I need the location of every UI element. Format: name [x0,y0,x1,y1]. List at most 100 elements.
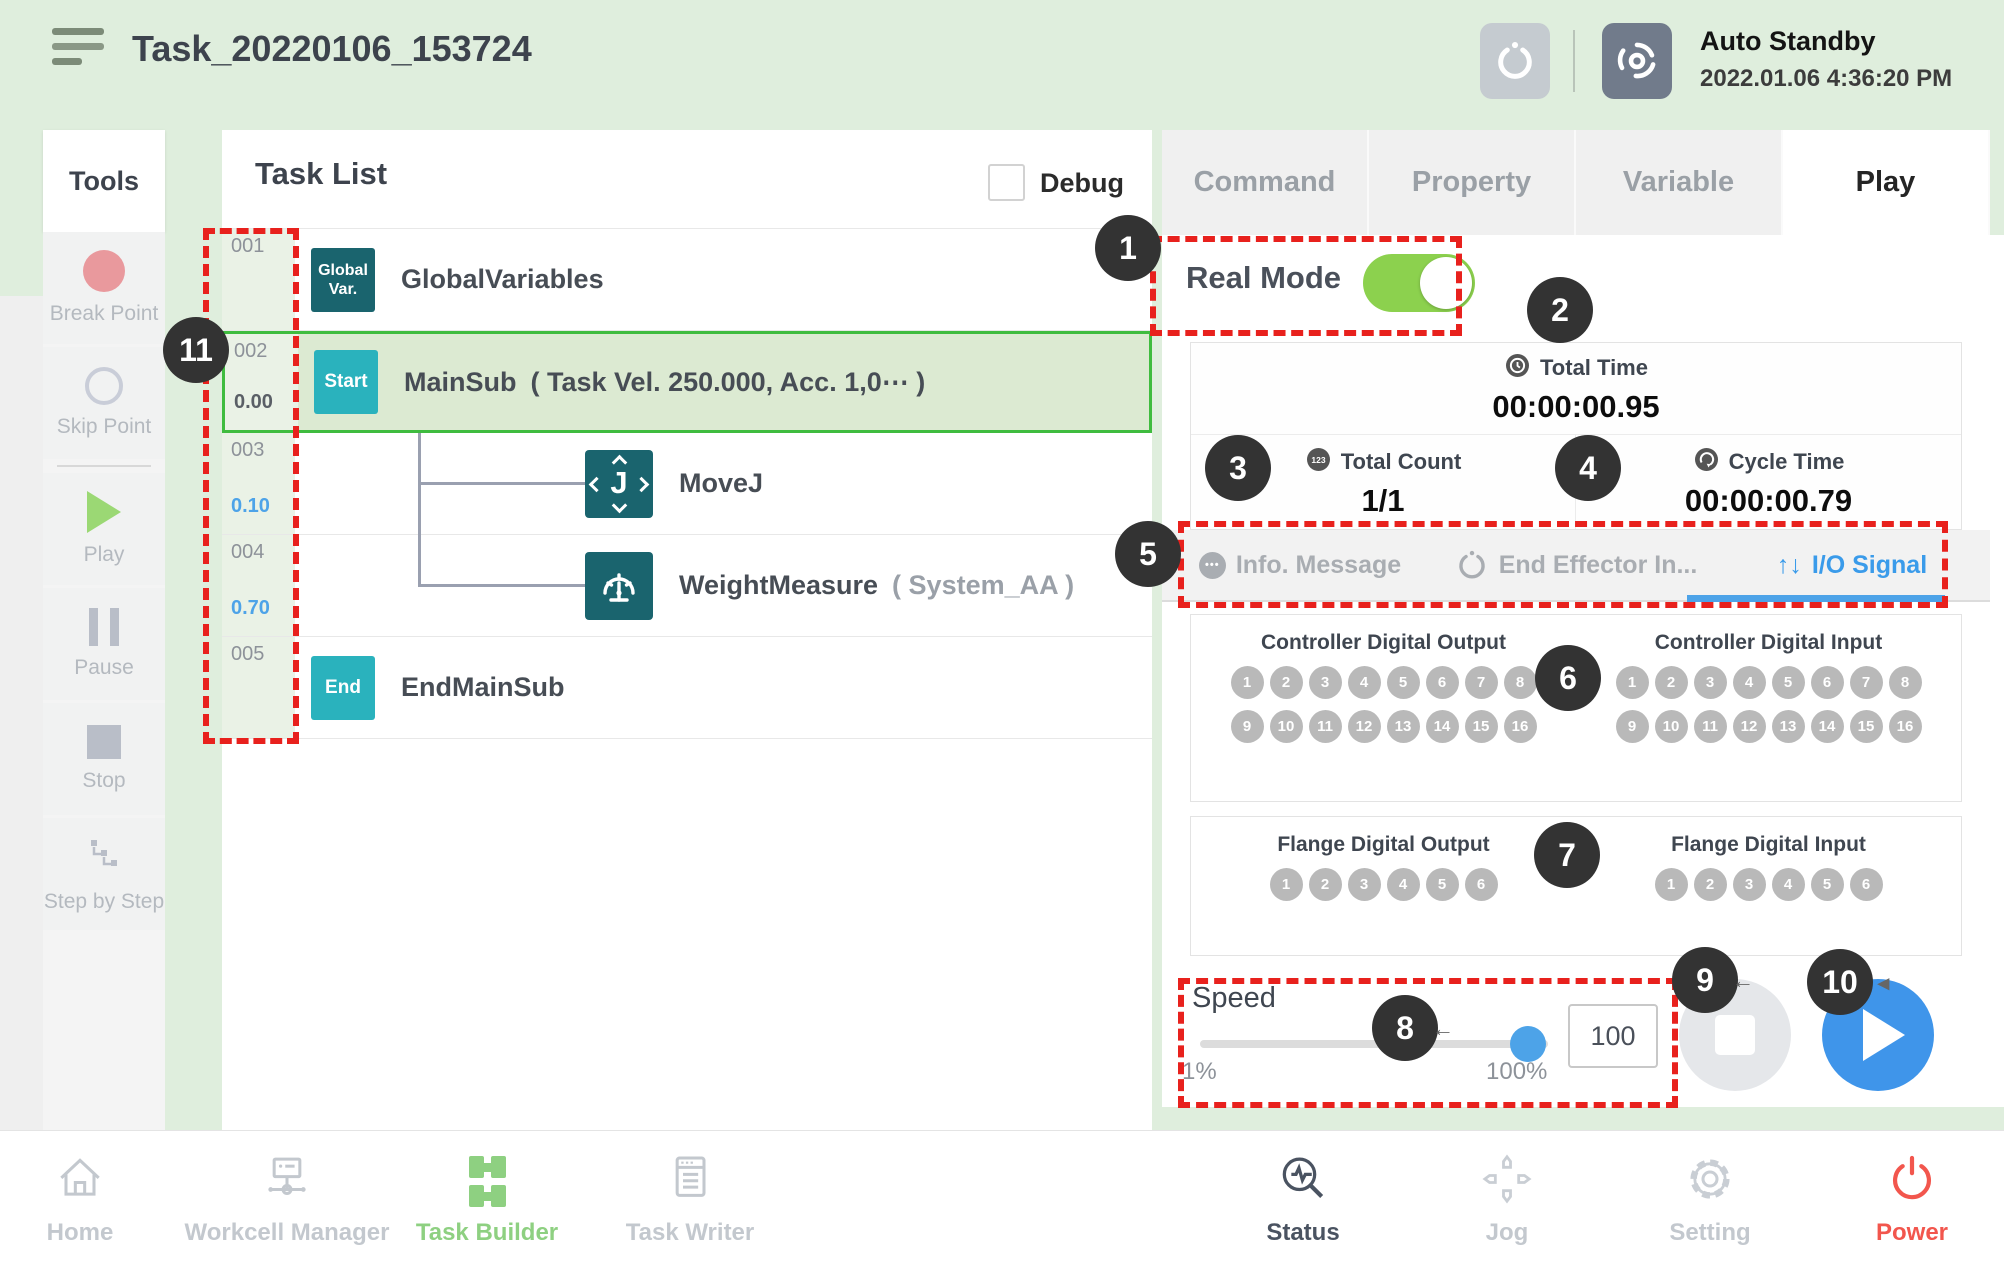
nav-item-label: Jog [1486,1219,1529,1247]
real-mode-toggle[interactable] [1363,254,1475,312]
total-count-cell: 123Total Count 1/1 [1191,435,1576,529]
gripper-icon [1455,548,1489,582]
tool-button-step-by-step[interactable]: Step by Step [43,818,165,930]
task-row[interactable]: 003 0.10 JMoveJ [222,433,1152,535]
tree-line [418,584,585,587]
command-icon-wrap [585,552,653,620]
io-tab-info-message[interactable]: •••Info. Message [1162,530,1438,600]
nav-item-setting[interactable]: Setting [1600,1145,1820,1247]
io-indicator: 15 [1465,710,1498,743]
io-indicator: 2 [1270,666,1303,699]
io-group-title: Flange Digital Input [1671,833,1866,857]
nav-item-icon [1682,1145,1738,1207]
tool-button-stop[interactable]: Stop [43,703,165,815]
tool-button-break-point[interactable]: Break Point [43,232,165,344]
workcell-manager-icon [259,1151,315,1207]
nav-item-task-writer[interactable]: Task Writer [580,1145,800,1247]
stop-button[interactable] [1679,979,1791,1091]
nav-item-power[interactable]: Power [1802,1145,2004,1247]
io-indicator: 8 [1504,666,1537,699]
line-time: 0.10 [231,495,270,518]
right-panel-tabs: CommandPropertyVariablePlay [1162,130,1990,235]
command-icon-wrap: J [585,450,653,518]
debug-checkbox[interactable] [988,164,1025,201]
count-icon: 123 [1305,446,1332,473]
task-row-content: WeightMeasure( System_AA ) [295,535,1152,636]
tool-button-label: Skip Point [57,415,152,439]
speed-min-label: 1% [1182,1058,1217,1086]
power-icon [1884,1151,1940,1207]
tools-panel: Break Point Skip Point PlayPause Stop Step b… [43,232,165,1130]
header-divider [1573,30,1575,92]
tool-button-play[interactable]: Play [43,473,165,585]
tool-button-label: Stop [82,769,125,793]
task-row-sublabel: ( System_AA ) [892,570,1074,601]
task-row-label: MainSub [404,367,517,398]
io-group-title: Controller Digital Input [1655,631,1882,655]
left-gutter [0,296,43,1130]
play-button[interactable] [1822,979,1934,1091]
io-indicator-row: 910111213141516 [1231,710,1537,743]
swirl-icon [1614,38,1660,84]
io-indicator: 9 [1616,710,1649,743]
task-row[interactable]: 0040.70WeightMeasure( System_AA ) [222,535,1152,637]
tool-button-label: Step by Step [44,890,164,914]
robot-mode-button[interactable] [1602,23,1672,99]
nav-item-jog[interactable]: Jog [1397,1145,1617,1247]
datetime: 2022.01.06 4:36:20 PM [1700,65,1952,93]
menu-icon[interactable] [52,28,104,72]
nav-item-home[interactable]: Home [0,1145,190,1247]
task-writer-icon [662,1151,718,1207]
io-indicator: 5 [1811,868,1844,901]
io-tab-end-effector-in-[interactable]: End Effector In... [1438,530,1714,600]
tool-button-skip-point[interactable]: Skip Point [43,347,165,459]
tool-button-label: Break Point [50,302,159,326]
task-row-label: EndMainSub [401,672,565,703]
io-indicator: 16 [1889,710,1922,743]
io-indicator: 6 [1426,666,1459,699]
gripper-button[interactable] [1480,23,1550,99]
speed-value-input[interactable]: 100 [1568,1004,1658,1068]
task-row[interactable]: 001Global Var.GlobalVariables [222,229,1152,331]
nav-item-icon [469,1145,506,1207]
nav-item-label: Workcell Manager [185,1219,390,1247]
nav-item-label: Status [1266,1219,1339,1247]
tool-button-pause[interactable]: Pause [43,588,165,700]
tab-play[interactable]: Play [1783,130,1990,235]
annotation-callout-11: 11 [163,317,229,383]
total-time-label: Total Time [1540,355,1648,381]
nav-item-workcell-manager[interactable]: Workcell Manager [177,1145,397,1247]
speed-slider-track[interactable] [1200,1040,1548,1048]
task-row[interactable]: 0020.00StartMainSub( Task Vel. 250.000, … [222,331,1152,433]
task-row-content: JMoveJ [295,433,1152,534]
breakpoint-icon [83,250,125,292]
line-number: 002 [234,340,267,363]
tab-command[interactable]: Command [1162,130,1369,235]
task-builder-icon [469,1156,506,1207]
updown-arrows-icon: ↑↓ [1777,551,1802,580]
line-number: 003 [231,439,264,462]
tab-property[interactable]: Property [1369,130,1576,235]
io-indicator: 16 [1504,710,1537,743]
total-count-label: Total Count [1341,449,1462,475]
cycle-icon [1693,446,1720,473]
stop-icon [87,725,121,759]
nav-item-label: Task Builder [416,1219,558,1247]
task-row-label: GlobalVariables [401,264,604,295]
io-tab-i-o-signal[interactable]: ↑↓I/O Signal [1714,530,1990,600]
nav-item-status[interactable]: Status [1193,1145,1413,1247]
io-indicator: 4 [1733,666,1766,699]
real-mode-label: Real Mode [1186,260,1341,296]
tab-variable[interactable]: Variable [1576,130,1783,235]
debug-label: Debug [1040,168,1124,199]
controller-io-box: Controller Digital Output123456789101112… [1190,614,1962,802]
io-indicator: 4 [1772,868,1805,901]
nav-item-task-builder[interactable]: Task Builder [377,1145,597,1247]
io-indicator: 13 [1772,710,1805,743]
task-row[interactable]: 005EndEndMainSub [222,637,1152,739]
line-number-cell: 003 0.10 [222,433,295,534]
nav-item-icon [662,1145,718,1207]
io-indicator: 5 [1426,868,1459,901]
movej-icon: J [585,450,653,518]
speed-slider-thumb[interactable] [1510,1026,1546,1062]
